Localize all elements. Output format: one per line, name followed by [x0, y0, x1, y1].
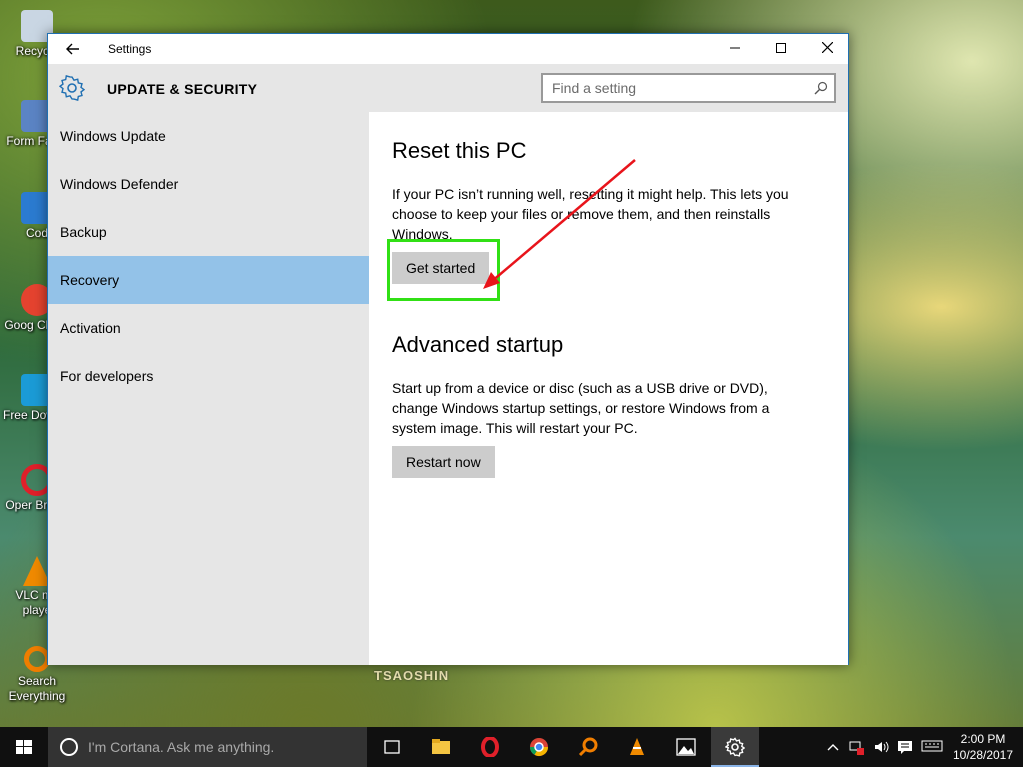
clock-time: 2:00 PM [960, 732, 1006, 746]
settings-icon [725, 737, 745, 757]
back-arrow-icon [66, 43, 79, 55]
content-pane: Reset this PC If your PC isn’t running w… [369, 112, 848, 665]
start-button[interactable] [0, 727, 48, 767]
file-explorer-icon [432, 739, 450, 754]
taskbar-search-everything[interactable] [564, 727, 612, 767]
cortana-placeholder: I'm Cortana. Ask me anything. [88, 739, 275, 755]
search-icon[interactable] [814, 81, 828, 95]
annotation-arrow [483, 159, 636, 289]
photos-icon [676, 738, 696, 756]
advanced-startup-title: Advanced startup [392, 332, 564, 357]
sidebar-item-backup[interactable]: Backup [48, 208, 369, 256]
sidebar-item-windows-update[interactable]: Windows Update [48, 112, 369, 160]
minimize-icon [730, 47, 740, 49]
sidebar-item-recovery[interactable]: Recovery [48, 256, 369, 304]
search-box[interactable] [541, 73, 836, 103]
advanced-startup-description: Start up from a device or disc (such as … [392, 380, 770, 436]
title-bar: Settings [48, 34, 848, 64]
keyboard-icon[interactable] [921, 739, 943, 755]
taskbar-settings[interactable] [711, 727, 759, 767]
tray-chevron-up-icon[interactable] [825, 739, 841, 755]
desktop-icon-label: Search Everything [8, 674, 66, 703]
maximize-icon [776, 43, 786, 53]
settings-header: UPDATE & SECURITY [48, 64, 848, 112]
close-button[interactable] [804, 34, 850, 64]
sidebar-item-activation[interactable]: Activation [48, 304, 369, 352]
desktop-icon-label: Cod [25, 226, 48, 240]
search-everything-icon [578, 737, 598, 757]
sidebar-item-windows-defender[interactable]: Windows Defender [48, 160, 369, 208]
network-warning-icon[interactable] [849, 739, 865, 755]
gear-icon [59, 75, 85, 101]
task-view-icon [384, 740, 400, 754]
taskbar-file-explorer[interactable] [417, 727, 465, 767]
windows-logo-icon [16, 740, 32, 754]
back-button[interactable] [58, 38, 88, 60]
taskbar-clock[interactable]: 2:00 PM 10/28/2017 [948, 731, 1018, 763]
vlc-icon [630, 738, 644, 755]
taskbar-chrome[interactable] [515, 727, 563, 767]
minimize-button[interactable] [712, 34, 758, 64]
taskbar-photos[interactable] [662, 727, 710, 767]
volume-icon[interactable] [873, 739, 889, 755]
clock-date: 10/28/2017 [952, 748, 1014, 762]
chrome-icon [530, 738, 548, 757]
taskbar-task-view[interactable] [368, 727, 416, 767]
sidebar-item-for-developers[interactable]: For developers [48, 352, 369, 400]
restart-now-button[interactable]: Restart now [392, 446, 495, 478]
taskbar-opera[interactable] [466, 727, 514, 767]
taskbar: I'm Cortana. Ask me anything. 2:00 PM 10… [0, 727, 1023, 767]
search-input[interactable] [543, 75, 803, 101]
sidebar: Windows Update Windows Defender Backup R… [48, 112, 369, 665]
taskbar-vlc[interactable] [613, 727, 661, 767]
cortana-search-box[interactable]: I'm Cortana. Ask me anything. [48, 727, 367, 767]
cortana-icon [60, 738, 78, 756]
window-title: Settings [108, 42, 152, 56]
close-icon [821, 41, 833, 54]
page-title: UPDATE & SECURITY [107, 81, 258, 97]
opera-icon [481, 737, 499, 757]
wallpaper-watermark: TSAOSHIN [374, 668, 450, 683]
action-center-icon[interactable] [897, 739, 913, 755]
settings-window: Settings UPDATE & SECURITY Windows Updat… [47, 33, 849, 665]
maximize-button[interactable] [758, 34, 804, 64]
